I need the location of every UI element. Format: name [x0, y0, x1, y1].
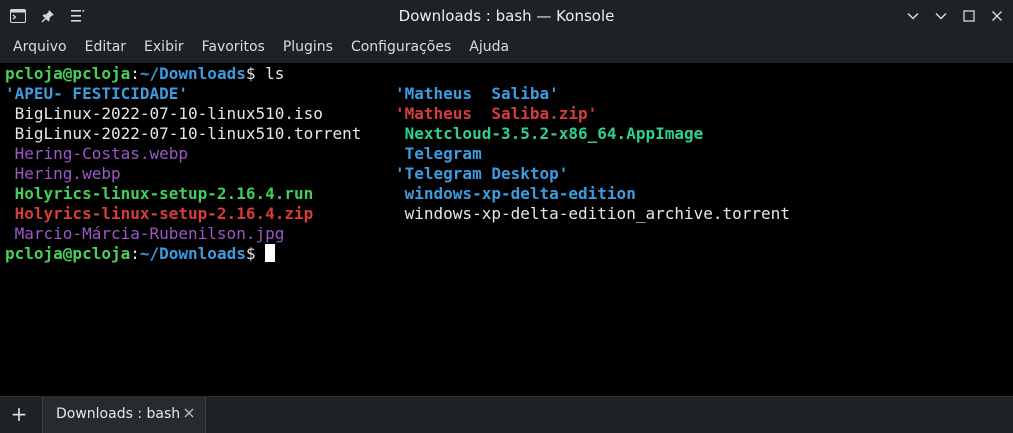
list-item: Telegram	[395, 144, 482, 164]
menu-plugins[interactable]: Plugins	[274, 32, 342, 63]
text-cursor	[265, 244, 276, 262]
close-tab-icon[interactable]	[181, 405, 197, 421]
maximize-icon[interactable]	[959, 6, 979, 26]
menu-editar[interactable]: Editar	[76, 32, 135, 63]
menu-bar: Arquivo Editar Exibir Favoritos Plugins …	[0, 32, 1013, 63]
prompt-path: ~/Downloads	[139, 244, 246, 263]
prompt-line: pcloja@pcloja:~/Downloads$	[5, 244, 276, 264]
close-icon[interactable]	[987, 6, 1007, 26]
file-name: Hering-Costas.webp	[5, 144, 189, 163]
file-name: 'APEU- FESTICIDADE'	[5, 84, 189, 103]
window-title: Downloads : bash — Konsole	[398, 7, 615, 25]
konsole-window: Downloads : bash — Konsole Arquivo Edita…	[0, 0, 1013, 433]
list-item: Nextcloud-3.5.2-x86_64.AppImage	[395, 124, 704, 144]
list-item: 'APEU- FESTICIDADE'	[5, 84, 188, 104]
file-name: 'Matheus Saliba'	[395, 84, 559, 103]
list-item: Hering-Costas.webp	[5, 144, 188, 164]
tab-bar: + Downloads : bash	[0, 396, 1013, 433]
list-item: BigLinux-2022-07-10-linux510.torrent	[5, 124, 362, 144]
minimize-icon[interactable]	[931, 6, 951, 26]
prompt-user-host: pcloja@pcloja	[5, 64, 131, 83]
file-name: Holyrics-linux-setup-2.16.4.run	[5, 184, 314, 203]
command-text: ls	[265, 64, 285, 83]
list-item: BigLinux-2022-07-10-linux510.iso	[5, 104, 323, 124]
file-name: BigLinux-2022-07-10-linux510.iso	[5, 104, 323, 123]
new-tab-button[interactable]: +	[8, 402, 30, 426]
prompt-colon: :	[130, 244, 140, 263]
tab-label: Downloads : bash	[56, 406, 181, 422]
list-item: 'Matheus Saliba'	[395, 84, 559, 104]
prompt-line: pcloja@pcloja:~/Downloads$ ls	[5, 64, 284, 84]
list-item: 'Telegram Desktop'	[395, 164, 568, 184]
list-item: Marcio-Márcia-Rubenilson.jpg	[5, 224, 285, 244]
file-name: windows-xp-delta-edition_archive.torrent	[395, 204, 790, 223]
list-item: 'Matheus Saliba.zip'	[395, 104, 597, 124]
terminal-output[interactable]: pcloja@pcloja:~/Downloads$ ls 'APEU- FES…	[0, 63, 1013, 396]
tab-downloads-bash[interactable]: Downloads : bash	[42, 397, 206, 433]
list-item: windows-xp-delta-edition_archive.torrent	[395, 204, 790, 224]
list-item: Hering.webp	[5, 164, 121, 184]
file-name: Hering.webp	[5, 164, 121, 183]
file-name: BigLinux-2022-07-10-linux510.torrent	[5, 124, 362, 143]
menu-exibir[interactable]: Exibir	[135, 32, 193, 63]
prompt-path: ~/Downloads	[139, 64, 246, 83]
file-name: Nextcloud-3.5.2-x86_64.AppImage	[395, 124, 704, 143]
pin-icon[interactable]	[38, 6, 58, 26]
title-bar-left-icons	[8, 6, 88, 26]
menu-configuracoes[interactable]: Configurações	[342, 32, 460, 63]
menu-favoritos[interactable]: Favoritos	[193, 32, 274, 63]
prompt-user-host: pcloja@pcloja	[5, 244, 131, 263]
file-name: windows-xp-delta-edition	[395, 184, 636, 203]
file-name: 'Matheus Saliba.zip'	[395, 104, 598, 123]
menu-ajuda[interactable]: Ajuda	[460, 32, 518, 63]
file-name: Holyrics-linux-setup-2.16.4.zip	[5, 204, 314, 223]
prompt-dollar: $	[245, 64, 266, 83]
title-bar[interactable]: Downloads : bash — Konsole	[0, 0, 1013, 32]
list-item: Holyrics-linux-setup-2.16.4.run	[5, 184, 314, 204]
hamburger-menu-icon[interactable]	[68, 6, 88, 26]
file-name: Marcio-Márcia-Rubenilson.jpg	[5, 224, 285, 243]
file-name: 'Telegram Desktop'	[395, 164, 569, 183]
list-item: windows-xp-delta-edition	[395, 184, 636, 204]
menu-arquivo[interactable]: Arquivo	[4, 32, 76, 63]
terminal-app-icon[interactable]	[8, 6, 28, 26]
prompt-dollar: $	[245, 244, 266, 263]
file-name: Telegram	[395, 144, 482, 163]
window-controls	[903, 6, 1007, 26]
prompt-colon: :	[130, 64, 140, 83]
chevron-down-icon[interactable]	[903, 6, 923, 26]
list-item: Holyrics-linux-setup-2.16.4.zip	[5, 204, 314, 224]
